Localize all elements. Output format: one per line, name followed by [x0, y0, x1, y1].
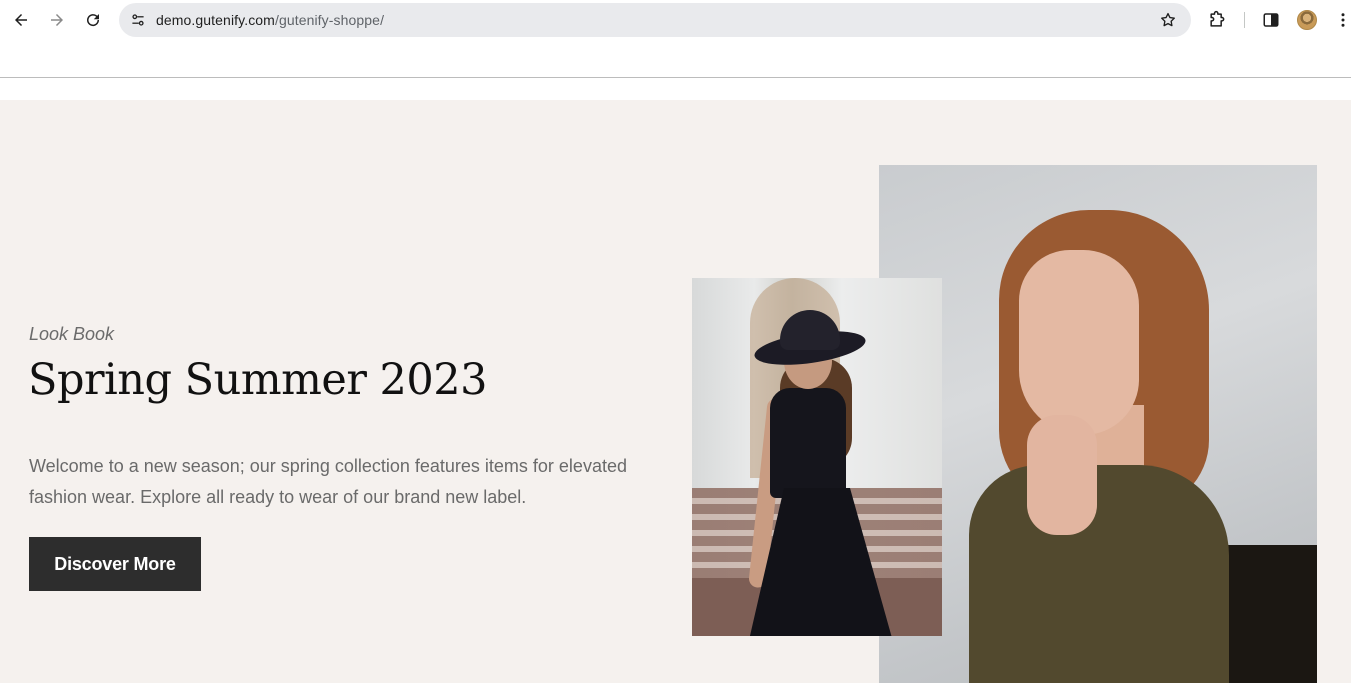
lookbook-photo-sweater — [879, 165, 1317, 683]
address-bar[interactable]: demo.gutenify.com/gutenify-shoppe/ — [119, 3, 1191, 37]
forward-arrow-icon[interactable] — [45, 8, 69, 32]
hero-eyebrow: Look Book — [29, 324, 115, 344]
url-path: /gutenify-shoppe/ — [274, 12, 385, 28]
url-host: demo.gutenify.com — [156, 12, 275, 28]
header-spacer — [0, 78, 1351, 100]
reload-icon[interactable] — [81, 8, 105, 32]
hero-title: Spring Summer 2023 — [28, 355, 487, 405]
puzzle-icon[interactable] — [1207, 10, 1227, 30]
tune-icon[interactable] — [128, 10, 148, 30]
site-header — [0, 40, 1351, 78]
back-arrow-icon[interactable] — [9, 8, 33, 32]
discover-more-button[interactable]: Discover More — [29, 537, 201, 591]
lookbook-photo-black-dress — [692, 278, 942, 636]
url-text[interactable]: demo.gutenify.com/gutenify-shoppe/ — [156, 12, 384, 28]
browser-toolbar: demo.gutenify.com/gutenify-shoppe/ — [0, 0, 1351, 40]
star-icon[interactable] — [1159, 11, 1177, 29]
profile-avatar[interactable] — [1297, 10, 1317, 30]
kebab-menu-icon[interactable] — [1333, 10, 1351, 30]
toolbar-divider — [1244, 12, 1245, 28]
side-panel-icon[interactable] — [1261, 10, 1281, 30]
hero-section: Look Book Spring Summer 2023 Welcome to … — [0, 100, 1351, 683]
hero-description: Welcome to a new season; our spring coll… — [29, 456, 627, 507]
